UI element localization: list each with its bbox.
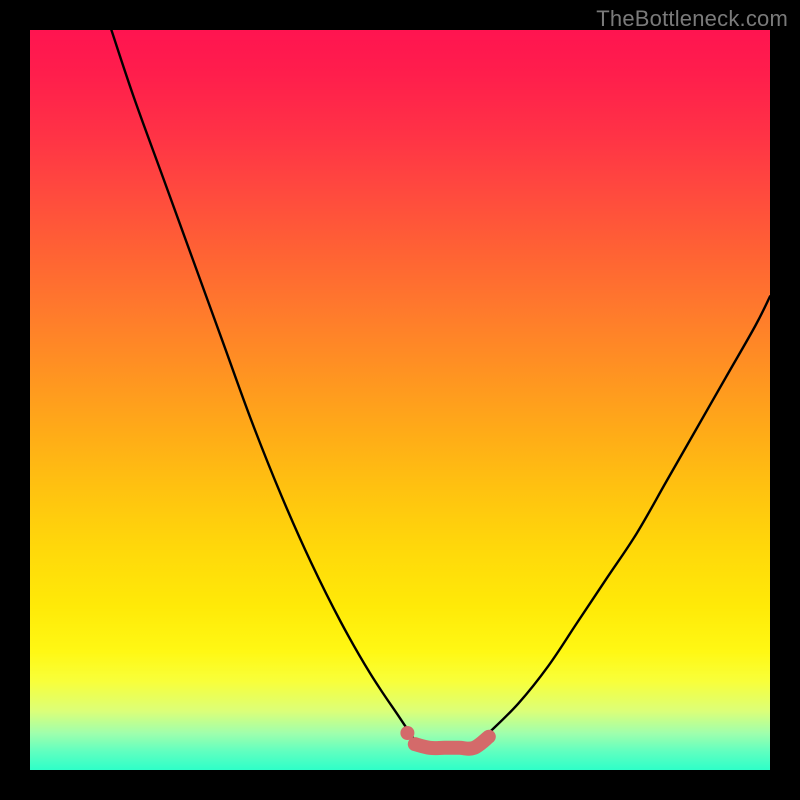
- marker-group: [400, 726, 414, 740]
- chart-frame: TheBottleneck.com: [0, 0, 800, 800]
- flat-segment: [415, 737, 489, 749]
- watermark-text: TheBottleneck.com: [596, 6, 788, 32]
- curve-svg: [30, 30, 770, 770]
- right-curve: [489, 296, 770, 733]
- left-dot-marker: [400, 726, 414, 740]
- plot-area: [30, 30, 770, 770]
- left-curve: [111, 30, 414, 740]
